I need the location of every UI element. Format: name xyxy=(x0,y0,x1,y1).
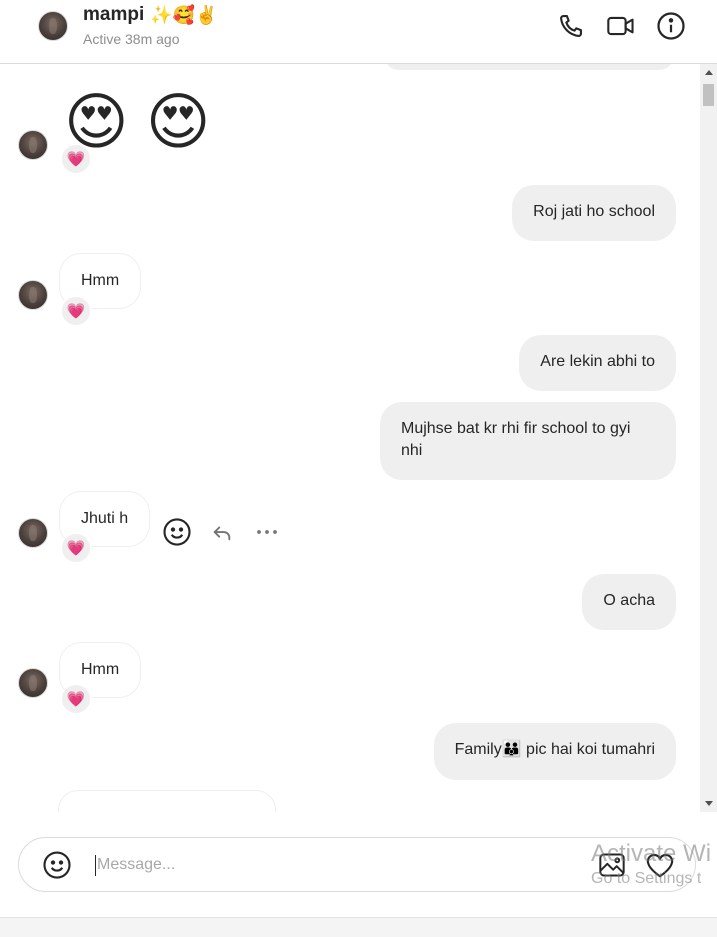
windows-activation-watermark: Activate Wi Go to Settings t xyxy=(591,840,711,890)
contact-name-row[interactable]: mampi ✨🥰✌️ xyxy=(83,4,218,26)
emoji-picker-icon[interactable] xyxy=(42,850,72,880)
message-text: pic hai koi tumahri xyxy=(521,741,655,758)
message-bubble-partial[interactable] xyxy=(384,64,674,70)
sender-avatar[interactable] xyxy=(18,280,48,310)
react-emoji-icon[interactable] xyxy=(162,517,192,547)
watermark-title: Activate Wi xyxy=(591,840,712,867)
active-status: Active 38m ago xyxy=(83,31,180,47)
contact-name-emoji: ✨🥰✌️ xyxy=(150,4,218,25)
more-options-icon[interactable] xyxy=(255,522,279,542)
emoji-message[interactable]: 😍 😍 xyxy=(64,92,211,154)
outgoing-message[interactable]: Family👪 pic hai koi tumahri xyxy=(433,723,676,780)
reply-icon[interactable] xyxy=(211,522,233,544)
contact-avatar[interactable] xyxy=(38,11,68,41)
heart-reaction[interactable]: 💗 xyxy=(60,295,92,327)
sender-avatar[interactable] xyxy=(18,668,48,698)
heart-reaction[interactable]: 💗 xyxy=(60,143,92,175)
phone-icon[interactable] xyxy=(556,11,586,41)
scroll-down-arrow[interactable] xyxy=(705,801,713,806)
scrollbar[interactable] xyxy=(700,64,717,812)
outgoing-message[interactable]: O acha xyxy=(582,574,676,630)
watermark-subtitle: Go to Settings t xyxy=(591,870,702,887)
message-input[interactable] xyxy=(97,852,577,878)
contact-name[interactable]: mampi xyxy=(83,4,144,26)
outgoing-message[interactable]: Mujhse bat kr rhi fir school to gyi nhi xyxy=(380,402,676,480)
scrollbar-thumb[interactable] xyxy=(703,84,714,106)
sender-avatar[interactable] xyxy=(18,130,48,160)
scroll-up-arrow[interactable] xyxy=(705,70,713,75)
family-emoji: 👪 xyxy=(501,741,522,758)
message-thread[interactable]: 😍 😍 💗 Roj jati ho school Hmm 💗 Are lekin… xyxy=(0,64,700,812)
bottom-bar xyxy=(0,917,717,937)
outgoing-message[interactable]: Are lekin abhi to xyxy=(519,335,676,391)
text-caret xyxy=(95,855,96,876)
heart-reaction[interactable]: 💗 xyxy=(60,532,92,564)
incoming-message-partial[interactable] xyxy=(58,790,276,812)
info-icon[interactable] xyxy=(656,11,686,41)
sender-avatar[interactable] xyxy=(18,518,48,548)
message-text: Family xyxy=(454,741,502,758)
heart-reaction[interactable]: 💗 xyxy=(60,683,92,715)
video-icon[interactable] xyxy=(606,11,636,41)
outgoing-message[interactable]: Roj jati ho school xyxy=(512,185,676,241)
conversation-header: mampi ✨🥰✌️ Active 38m ago xyxy=(0,0,717,64)
